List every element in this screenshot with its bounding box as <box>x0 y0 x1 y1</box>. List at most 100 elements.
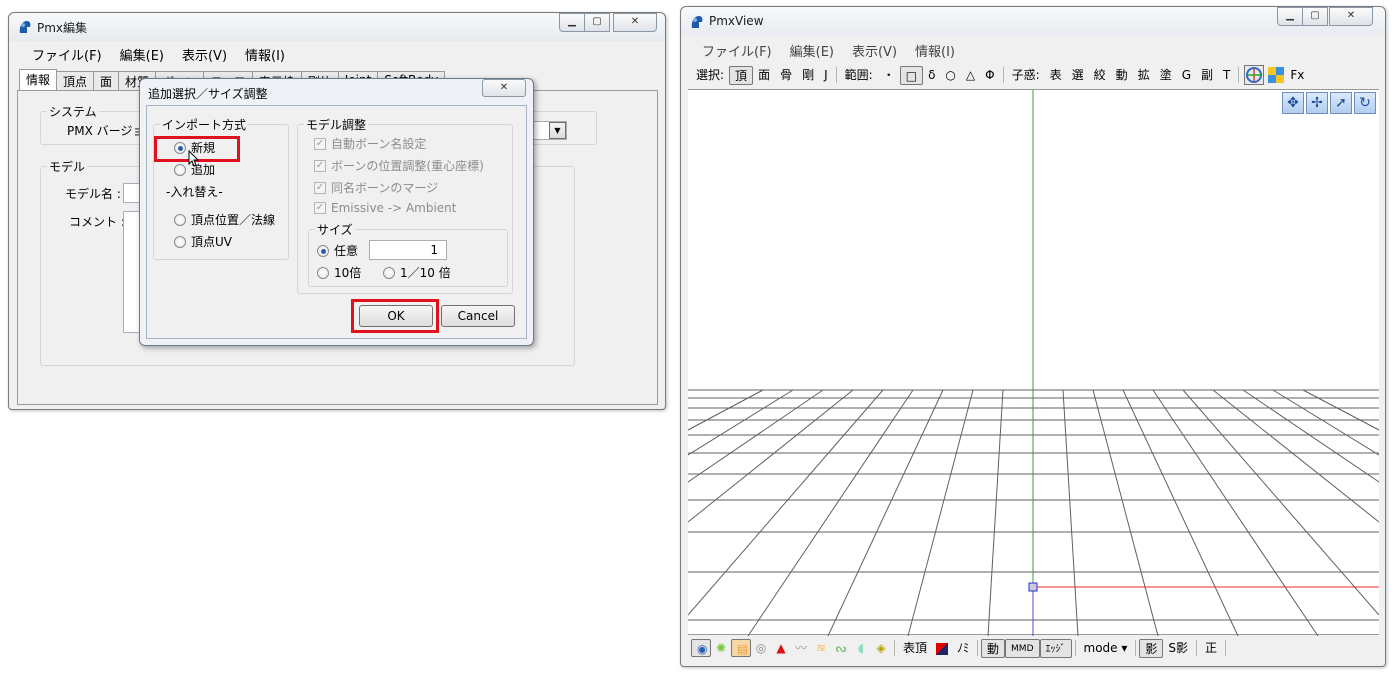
select-rigid-button[interactable]: 剛 <box>797 66 819 85</box>
child-table-button[interactable]: 表 <box>1045 66 1067 85</box>
import-method-title: インポート方式 <box>160 116 249 133</box>
mode-dropdown[interactable]: mode ▾ <box>1079 639 1133 658</box>
pan-icon[interactable]: ✥ <box>1282 92 1304 114</box>
tab-vertex[interactable]: 頂点 <box>56 71 95 90</box>
orthographic-button[interactable]: 正 <box>1200 639 1222 658</box>
radio-vertex-pos[interactable]: 頂点位置／法線 <box>174 211 275 228</box>
close-icon: ✕ <box>630 16 640 27</box>
menu-info[interactable]: 情報(I) <box>236 45 294 64</box>
pmx-editor-titlebar[interactable]: Pmx編集 ▁ ▢ ✕ <box>9 13 665 41</box>
cancel-button-label: Cancel <box>457 309 499 323</box>
select-face-button[interactable]: 面 <box>753 66 775 85</box>
drop-icon[interactable]: ◖ <box>851 639 871 657</box>
radio-custom-label: 任意 <box>334 244 359 258</box>
child-sub-button[interactable]: 副 <box>1196 66 1218 85</box>
radio-custom[interactable]: 任意 <box>317 242 358 259</box>
pmxview-menu-file[interactable]: ファイル(F) <box>693 41 781 60</box>
radio-vertex-uv[interactable]: 頂点UV <box>174 233 232 250</box>
pmx-version-dropdown[interactable]: ▼ <box>549 122 566 139</box>
child-scale-button[interactable]: 拡 <box>1133 66 1155 85</box>
color-square-icon[interactable] <box>932 639 952 657</box>
3d-viewport[interactable]: ✥ ✢ ➚ ↻ <box>688 89 1379 636</box>
pmx-editor-menubar: ファイル(F) 編集(E) 表示(V) 情報(I) <box>23 43 294 65</box>
pmxview-maximize-button[interactable]: ▢ <box>1302 7 1328 26</box>
radio-10x-dot <box>317 266 329 279</box>
pmxview-close-button[interactable]: ✕ <box>1329 7 1373 26</box>
zoom-icon[interactable]: ➚ <box>1330 92 1352 114</box>
range-phi-button[interactable]: Φ <box>980 66 999 85</box>
highlight-ok-button <box>351 299 439 333</box>
rotate-icon[interactable]: ↻ <box>1354 92 1376 114</box>
motion-button[interactable]: 動 <box>981 638 1006 658</box>
select-bone-button[interactable]: 骨 <box>775 66 797 85</box>
grid-color-icon[interactable] <box>1267 66 1285 84</box>
ground-grid <box>688 90 1379 636</box>
check-auto-bone-label: 自動ボーン名設定 <box>331 137 427 151</box>
sparkle-icon[interactable]: ✺ <box>711 639 731 657</box>
child-select-button[interactable]: 選 <box>1067 66 1089 85</box>
menu-file[interactable]: ファイル(F) <box>23 45 111 64</box>
weight-icon[interactable]: ≋ <box>811 639 831 657</box>
child-narrow-button[interactable]: 絞 <box>1089 66 1111 85</box>
maximize-button[interactable]: ▢ <box>584 13 610 32</box>
minimize-button[interactable]: ▁ <box>559 13 585 32</box>
mmd-button[interactable]: MMD <box>1005 638 1040 658</box>
range-circle-button[interactable]: ○ <box>940 66 960 85</box>
radio-10x[interactable]: 10倍 <box>317 264 361 281</box>
radio-tenth[interactable]: 1／10 倍 <box>383 264 451 281</box>
texture-icon[interactable]: ▤ <box>731 639 751 657</box>
range-point-button[interactable]: ・ <box>878 66 900 85</box>
child-t-button[interactable]: T <box>1218 66 1235 85</box>
toolbar-separator <box>1074 640 1076 656</box>
child-paint-button[interactable]: 塗 <box>1155 66 1177 85</box>
fx-button[interactable]: Fx <box>1285 66 1309 85</box>
point-icon[interactable]: ◎ <box>751 639 771 657</box>
pmxview-titlebar[interactable]: PmxView ▁ ▢ ✕ <box>681 7 1385 35</box>
range-delta-button[interactable]: δ <box>923 66 940 85</box>
menu-view[interactable]: 表示(V) <box>173 45 236 64</box>
crosshair-icon[interactable] <box>1244 65 1265 85</box>
tab-info[interactable]: 情報 <box>19 69 58 90</box>
check-merge-bone[interactable]: ✓ 同名ボーンのマージ <box>314 179 438 196</box>
s-shadow-button[interactable]: S影 <box>1163 639 1193 658</box>
check-bone-position[interactable]: ✓ ボーンの位置調整(重心座標) <box>314 157 484 174</box>
pmxview-menu-info[interactable]: 情報(I) <box>906 41 964 60</box>
wave-icon[interactable]: 〰 <box>791 639 811 657</box>
select-vertex-button[interactable]: 頂 <box>729 65 754 85</box>
origin-marker[interactable] <box>1028 582 1038 592</box>
table-vertex-button[interactable]: 表頂 <box>898 639 932 658</box>
shadow-button[interactable]: 影 <box>1139 638 1164 658</box>
range-triangle-button[interactable]: △ <box>961 66 980 85</box>
pmxview-app-icon <box>691 16 703 28</box>
radio-vertex-pos-dot <box>174 213 186 226</box>
triangle-icon[interactable]: ▲ <box>771 639 791 657</box>
select-joint-button[interactable]: J <box>819 66 833 85</box>
vertex-display-icon[interactable]: ◉ <box>691 639 711 657</box>
pmxview-menu-edit[interactable]: 編集(E) <box>781 41 843 60</box>
menu-edit[interactable]: 編集(E) <box>111 45 173 64</box>
nomi-button[interactable]: ﾉﾐ <box>952 639 974 658</box>
check-auto-bone-name[interactable]: ✓ 自動ボーン名設定 <box>314 135 426 152</box>
pmxview-minimize-button[interactable]: ▁ <box>1277 7 1303 26</box>
cancel-button[interactable]: Cancel <box>441 305 515 327</box>
move-icon[interactable]: ✢ <box>1306 92 1328 114</box>
custom-size-input[interactable]: 1 <box>369 240 447 260</box>
pmxview-window: PmxView ▁ ▢ ✕ ファイル(F) 編集(E) 表示(V) 情報(I) … <box>680 6 1386 667</box>
replace-label: -入れ替え- <box>166 185 223 199</box>
dialog-close-button[interactable]: ✕ <box>482 79 526 97</box>
range-rect-button[interactable]: □ <box>899 65 924 85</box>
check-emissive[interactable]: ✓ Emissive -> Ambient <box>314 201 456 215</box>
custom-size-value: 1 <box>430 243 438 257</box>
pmxview-menu-view[interactable]: 表示(V) <box>843 41 906 60</box>
child-move-button[interactable]: 動 <box>1111 66 1133 85</box>
child-label: 子惑: <box>1011 67 1040 82</box>
child-g-button[interactable]: G <box>1177 66 1196 85</box>
size-group-title: サイズ <box>315 221 355 238</box>
edge-button[interactable]: ｴｯｼﾞ <box>1039 638 1072 658</box>
link-icon[interactable]: ᔓ <box>831 639 851 657</box>
close-button[interactable]: ✕ <box>613 13 657 32</box>
check-merge-bone-box: ✓ <box>314 181 326 194</box>
tab-face[interactable]: 面 <box>93 71 120 90</box>
cube-icon[interactable]: ◈ <box>871 639 891 657</box>
dialog-title: 追加選択／サイズ調整 <box>148 87 268 101</box>
